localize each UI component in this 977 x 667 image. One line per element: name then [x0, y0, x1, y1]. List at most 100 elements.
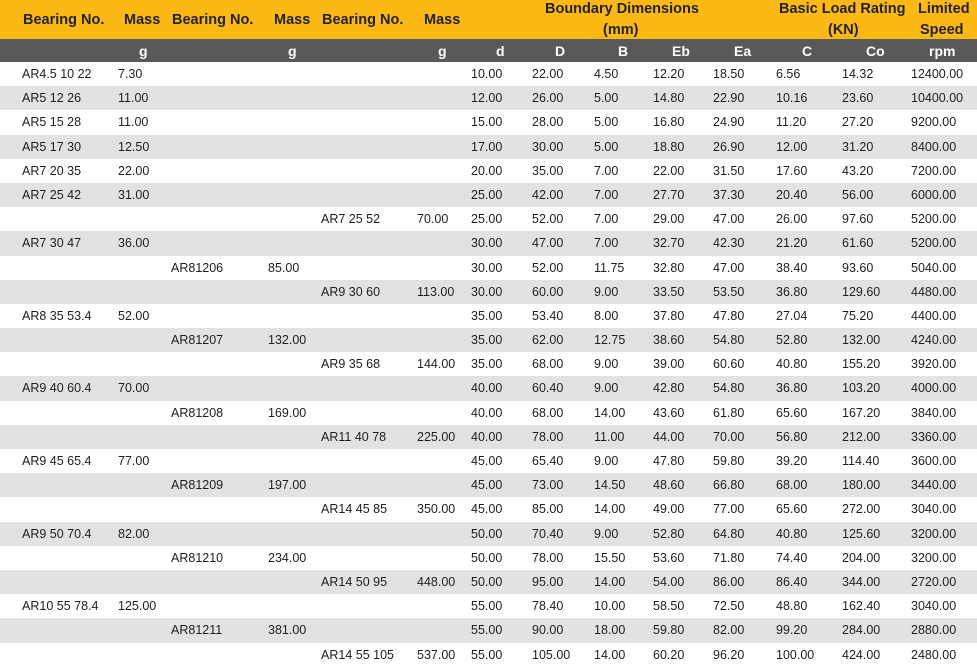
- Co-cell: 56.00: [842, 187, 874, 202]
- mass-cell: 12.50: [118, 139, 150, 154]
- Eb-cell: 38.60: [653, 333, 685, 348]
- bearing-no-cell: AR14 45 85: [321, 502, 388, 517]
- B-cell: 14.00: [594, 502, 626, 517]
- limited-header: Limited: [918, 1, 970, 17]
- C-cell: 52.80: [776, 333, 808, 348]
- D-cell: 52.00: [532, 212, 564, 227]
- C-cell: 36.80: [776, 381, 808, 396]
- mass-cell: 144.00: [417, 357, 456, 372]
- table-row: AR14 50 95 448.00 50.00 95.00 14.00 54.00 86.0…: [0, 569, 977, 595]
- Ea-cell: 47.00: [713, 260, 745, 275]
- B-cell: 14.00: [594, 574, 626, 589]
- B-cell: 14.00: [594, 405, 626, 420]
- d-cell: 50.00: [471, 550, 503, 565]
- d-column-header: d: [496, 43, 505, 59]
- basic-load-rating-header: Basic Load Rating: [779, 1, 906, 17]
- mass-cell: 350.00: [417, 502, 456, 517]
- B-cell: 8.00: [594, 308, 619, 323]
- Ea-column-header: Ea: [734, 43, 752, 59]
- d-cell: 55.00: [471, 599, 503, 614]
- d-cell: 40.00: [471, 405, 503, 420]
- Co-cell: 167.20: [842, 405, 881, 420]
- mass-unit-1: g: [139, 43, 148, 59]
- Ea-cell: 18.50: [713, 67, 745, 81]
- D-cell: 53.40: [532, 308, 564, 323]
- d-cell: 50.00: [471, 574, 503, 589]
- B-cell: 5.00: [594, 115, 619, 130]
- C-cell: 10.16: [776, 91, 808, 106]
- Ea-cell: 54.80: [713, 333, 745, 348]
- table-row: AR5 15 28 11.00 15.00 28.00 5.00 16.80 24.90 11…: [0, 110, 977, 134]
- C-cell: 38.40: [776, 260, 808, 275]
- mass-unit-2: g: [288, 43, 297, 59]
- rpm-column-header: rpm: [929, 43, 956, 59]
- mass-cell: 113.00: [417, 284, 455, 299]
- Co-cell: 155.20: [842, 357, 881, 372]
- table-row: AR14 45 85 350.00 45.00 85.00 14.00 49.00 77.0…: [0, 497, 977, 521]
- bearing-no-cell: AR7 25 52: [321, 212, 381, 227]
- D-cell: 42.00: [532, 187, 564, 202]
- bearing-no-cell: AR81209: [171, 478, 224, 493]
- Co-cell: 61.60: [842, 236, 874, 251]
- D-cell: 78.00: [532, 429, 564, 444]
- C-cell: 6.56: [776, 67, 801, 81]
- bearing-no-cell: AR8 35 53.4: [22, 308, 92, 323]
- rpm-cell: 3040.00: [911, 599, 957, 614]
- d-cell: 50.00: [471, 526, 503, 541]
- C-cell: 40.80: [776, 357, 808, 372]
- C-cell: 74.40: [776, 550, 808, 565]
- D-cell: 78.00: [532, 550, 564, 565]
- table-row: AR8 35 53.4 52.00 35.00 53.40 8.00 37.80 47.80…: [0, 304, 977, 328]
- C-cell: 11.20: [776, 115, 807, 130]
- bearing-no-cell: AR81208: [171, 405, 224, 420]
- Eb-cell: 14.80: [653, 91, 685, 106]
- B-cell: 4.50: [594, 67, 619, 81]
- Eb-cell: 48.60: [653, 478, 685, 493]
- rpm-cell: 5200.00: [911, 212, 957, 227]
- table-row: AR9 50 70.4 82.00 50.00 70.40 9.00 52.80 64.80…: [0, 521, 977, 546]
- d-cell: 20.00: [471, 163, 503, 178]
- table-row: AR4.5 10 22 7.30 10.00 22.00 4.50 12.20 18.50 6…: [0, 62, 977, 86]
- mass-cell: 132.00: [268, 333, 307, 348]
- bearing-no-cell: AR81210: [171, 550, 224, 565]
- rpm-cell: 3440.00: [911, 478, 957, 493]
- B-column-header: B: [618, 43, 629, 59]
- mass-header-1: Mass: [124, 12, 161, 28]
- Eb-cell: 12.20: [653, 67, 685, 81]
- bearing-no-cell: AR5 17 30: [22, 139, 82, 154]
- Ea-cell: 24.90: [713, 115, 745, 130]
- table-row: AR81209 197.00 45.00 73.00 14.50 48.60 66.80 68…: [0, 473, 977, 498]
- d-cell: 30.00: [471, 236, 503, 251]
- table-row: AR81206 85.00 30.00 52.00 11.75 32.80 47.00 38.…: [0, 256, 977, 280]
- Ea-cell: 47.00: [713, 212, 745, 227]
- rpm-cell: 3360.00: [911, 429, 957, 444]
- D-cell: 60.00: [532, 284, 564, 299]
- mass-cell: 381.00: [268, 623, 307, 638]
- C-column-header: C: [802, 43, 813, 59]
- table-row: AR81211 381.00 55.00 90.00 18.00 59.80 82.00 99…: [0, 618, 977, 643]
- boundary-dimensions-header: Boundary Dimensions: [545, 1, 699, 17]
- B-cell: 14.00: [594, 647, 626, 662]
- table-row: AR7 30 47 36.00 30.00 47.00 7.00 32.70 42.30 21…: [0, 231, 977, 256]
- Co-cell: 284.00: [842, 623, 881, 638]
- Co-cell: 31.20: [842, 139, 874, 154]
- C-cell: 65.60: [776, 502, 808, 517]
- Eb-cell: 39.00: [653, 357, 685, 372]
- bearing-no-cell: AR9 35 68: [321, 357, 381, 372]
- table-row: AR81208 169.00 40.00 68.00 14.00 43.60 61.80 65…: [0, 401, 977, 425]
- Co-cell: 424.00: [842, 647, 881, 662]
- rpm-cell: 4480.00: [911, 284, 957, 299]
- C-cell: 12.00: [776, 139, 808, 154]
- D-cell: 35.00: [532, 163, 564, 178]
- Co-cell: 180.00: [842, 478, 881, 493]
- Co-cell: 23.60: [842, 91, 874, 106]
- mass-header-3: Mass: [424, 12, 461, 28]
- Co-cell: 114.40: [842, 454, 880, 468]
- C-cell: 100.00: [776, 647, 815, 662]
- D-cell: 105.00: [532, 647, 571, 662]
- B-cell: 11.75: [594, 260, 625, 275]
- mass-cell: 11.00: [118, 91, 149, 106]
- Eb-cell: 18.80: [653, 139, 685, 154]
- Eb-cell: 59.80: [653, 623, 685, 638]
- d-cell: 40.00: [471, 429, 503, 444]
